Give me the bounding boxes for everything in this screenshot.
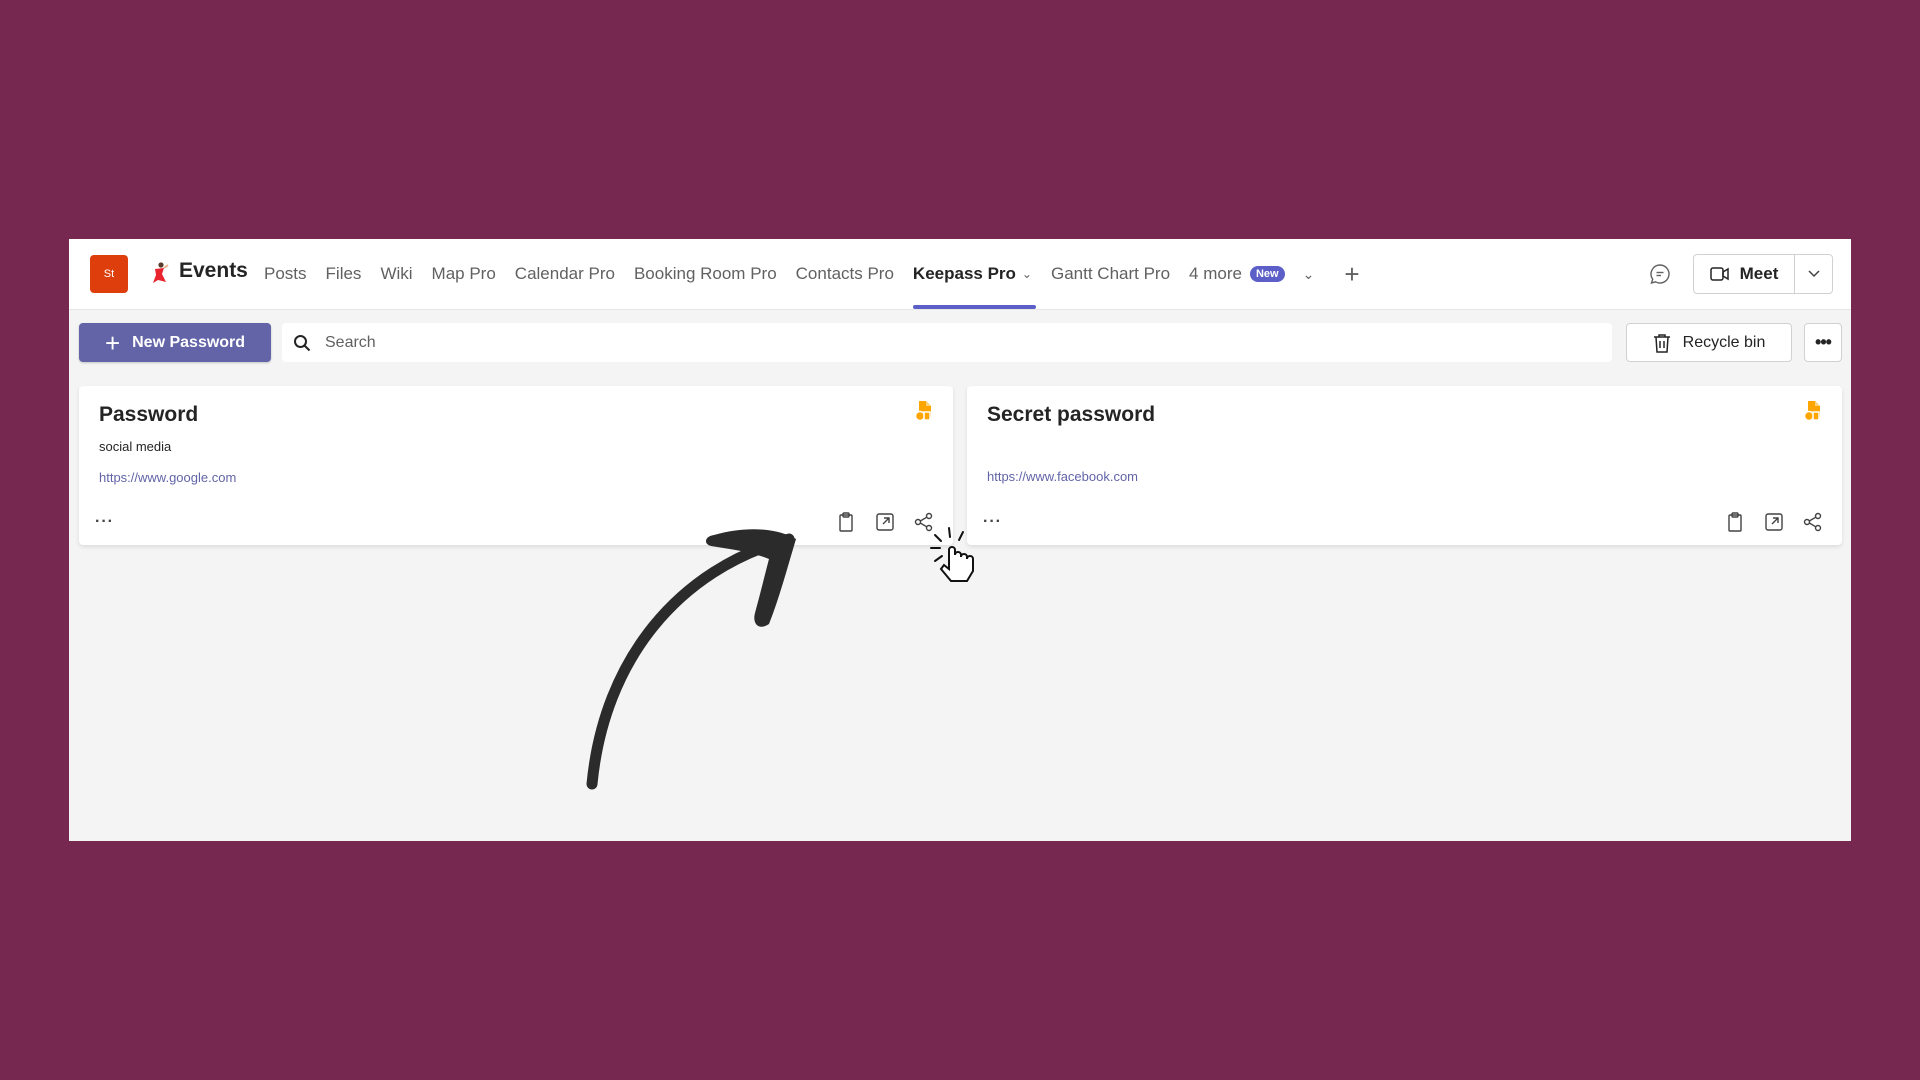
card-description: social media bbox=[99, 439, 172, 454]
toolbar: + New Password Recycle bin ••• bbox=[69, 323, 1851, 363]
share-icon[interactable] bbox=[913, 511, 935, 533]
shared-document-icon bbox=[915, 401, 931, 422]
card-url-link[interactable]: https://www.facebook.com bbox=[987, 469, 1138, 484]
search-icon bbox=[294, 334, 311, 351]
tab-calendar-pro[interactable]: Calendar Pro bbox=[515, 239, 615, 309]
shared-document-icon bbox=[1804, 401, 1820, 422]
open-external-icon[interactable] bbox=[1763, 511, 1785, 533]
tab-map-pro[interactable]: Map Pro bbox=[432, 239, 496, 309]
channel-name: Events bbox=[179, 259, 248, 282]
search-input[interactable] bbox=[323, 332, 1587, 353]
recycle-bin-button[interactable]: Recycle bin bbox=[1626, 323, 1792, 362]
copy-icon[interactable] bbox=[1724, 511, 1746, 533]
meet-button[interactable]: Meet bbox=[1694, 255, 1795, 293]
teams-app-window: St Events Posts Files Wiki Map Pro Calen… bbox=[69, 239, 1851, 841]
chevron-down-icon[interactable]: ⌄ bbox=[1303, 266, 1315, 283]
team-avatar[interactable]: St bbox=[90, 255, 128, 293]
share-icon[interactable] bbox=[1802, 511, 1824, 533]
tab-wiki[interactable]: Wiki bbox=[380, 239, 412, 309]
new-password-button[interactable]: + New Password bbox=[79, 323, 271, 362]
search-box[interactable] bbox=[282, 323, 1612, 362]
chevron-down-icon[interactable]: ⌄ bbox=[1022, 267, 1032, 281]
new-badge: New bbox=[1249, 266, 1285, 282]
add-tab-icon[interactable]: + bbox=[1344, 259, 1359, 290]
meet-button-group: Meet bbox=[1693, 254, 1833, 294]
plus-icon: + bbox=[104, 327, 121, 358]
card-more-icon[interactable]: ··· bbox=[983, 513, 1002, 531]
copy-icon[interactable] bbox=[835, 511, 857, 533]
video-camera-icon bbox=[1709, 267, 1729, 281]
card-actions bbox=[1707, 511, 1824, 533]
tab-keepass-pro[interactable]: Keepass Pro ⌄ bbox=[912, 239, 1037, 309]
dancer-icon bbox=[153, 262, 169, 283]
tab-files[interactable]: Files bbox=[326, 239, 362, 309]
password-card[interactable]: Password social media https://www.google… bbox=[79, 386, 953, 545]
card-actions bbox=[818, 511, 935, 533]
trash-icon bbox=[1653, 333, 1670, 353]
tab-more[interactable]: 4 more New bbox=[1189, 239, 1285, 309]
meet-dropdown[interactable] bbox=[1795, 255, 1832, 293]
card-title: Password bbox=[99, 403, 199, 426]
open-external-icon[interactable] bbox=[874, 511, 896, 533]
card-url-link[interactable]: https://www.google.com bbox=[99, 470, 236, 485]
tab-gantt-chart-pro[interactable]: Gantt Chart Pro bbox=[1051, 239, 1170, 309]
password-card[interactable]: Secret password https://www.facebook.com… bbox=[967, 386, 1842, 545]
tab-posts[interactable]: Posts bbox=[264, 239, 307, 309]
more-options-button[interactable]: ••• bbox=[1804, 323, 1842, 362]
chat-icon[interactable] bbox=[1648, 262, 1672, 286]
tab-booking-room-pro[interactable]: Booking Room Pro bbox=[634, 239, 777, 309]
card-more-icon[interactable]: ··· bbox=[95, 513, 114, 531]
channel-header: St Events Posts Files Wiki Map Pro Calen… bbox=[69, 239, 1851, 310]
tab-bar: Posts Files Wiki Map Pro Calendar Pro Bo… bbox=[264, 239, 1360, 309]
chevron-down-icon bbox=[1807, 270, 1820, 278]
tab-contacts-pro[interactable]: Contacts Pro bbox=[796, 239, 894, 309]
card-title: Secret password bbox=[987, 403, 1156, 426]
